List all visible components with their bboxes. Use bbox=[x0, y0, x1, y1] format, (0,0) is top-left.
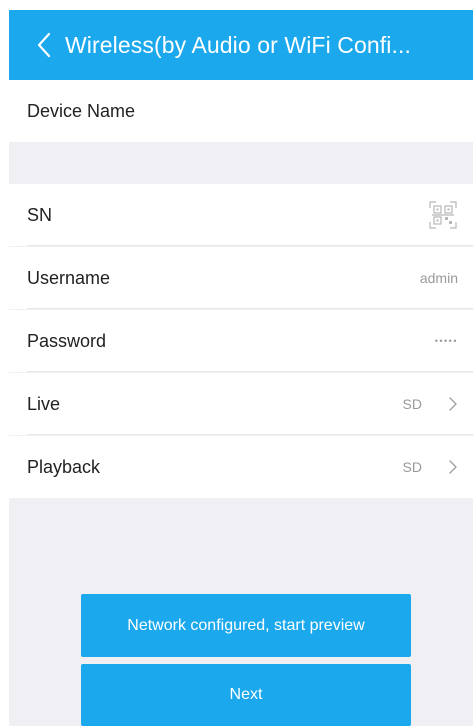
sn-label: SN bbox=[27, 204, 53, 225]
next-button[interactable]: Next bbox=[81, 664, 411, 726]
password-row[interactable]: Password ••••• bbox=[9, 310, 473, 372]
live-value: SD bbox=[402, 396, 422, 412]
app-screen: Wireless(by Audio or WiFi Confi... Devic… bbox=[9, 10, 473, 726]
password-value: ••••• bbox=[434, 336, 458, 346]
playback-label: Playback bbox=[27, 456, 101, 477]
page-title: Wireless(by Audio or WiFi Confi... bbox=[65, 31, 411, 58]
qr-scan-icon[interactable] bbox=[429, 201, 457, 229]
live-row[interactable]: Live SD bbox=[9, 373, 473, 435]
username-value: admin bbox=[419, 270, 458, 286]
username-row[interactable]: Username admin bbox=[9, 247, 473, 309]
start-preview-button[interactable]: Network configured, start preview bbox=[81, 594, 411, 657]
playback-row[interactable]: Playback SD bbox=[9, 436, 473, 498]
chevron-right-icon bbox=[449, 460, 457, 474]
navigation-bar: Wireless(by Audio or WiFi Confi... bbox=[9, 10, 473, 80]
back-chevron-icon[interactable] bbox=[35, 30, 53, 60]
device-name-label: Device Name bbox=[27, 100, 136, 121]
sn-row[interactable]: SN bbox=[9, 184, 473, 246]
chevron-right-icon bbox=[449, 397, 457, 411]
live-label: Live bbox=[27, 393, 61, 414]
password-label: Password bbox=[27, 330, 107, 351]
device-name-row[interactable]: Device Name bbox=[9, 80, 473, 142]
playback-value: SD bbox=[402, 459, 422, 475]
username-label: Username bbox=[27, 267, 111, 288]
